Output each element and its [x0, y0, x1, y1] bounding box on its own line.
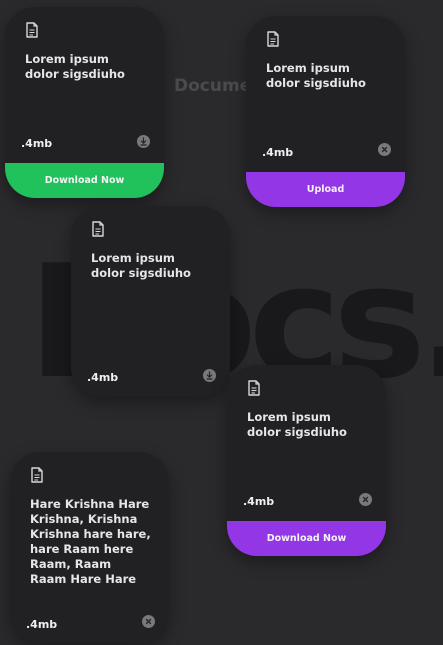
download-now-button[interactable]: Download Now: [5, 163, 164, 198]
file-size: .4mb: [262, 146, 294, 159]
upload-button[interactable]: Upload: [246, 172, 405, 207]
download-icon[interactable]: [137, 135, 150, 148]
download-now-button[interactable]: Download Now: [227, 521, 386, 556]
document-card: Hare Krishna Hare Krishna, Krishna Krish…: [10, 452, 169, 643]
file-size: .4mb: [243, 495, 275, 508]
download-icon[interactable]: [203, 369, 216, 382]
document-card: Lorem ipsum dolor sigsdiuho .4mb Upload: [246, 16, 405, 207]
document-icon: [266, 31, 280, 47]
close-icon[interactable]: [378, 143, 391, 156]
document-icon: [30, 467, 44, 483]
document-description: Hare Krishna Hare Krishna, Krishna Krish…: [30, 497, 151, 586]
close-icon[interactable]: [142, 615, 155, 628]
document-description: Lorem ipsum dolor sigsdiuho: [25, 52, 125, 81]
documents-stage: Docs. Documents Lorem ipsum dolor sigsdi…: [0, 0, 443, 645]
document-description: Lorem ipsum dolor sigsdiuho: [91, 251, 191, 280]
document-card: Lorem ipsum dolor sigsdiuho .4mb Downloa…: [227, 365, 386, 556]
document-description: Lorem ipsum dolor sigsdiuho: [247, 410, 347, 439]
close-icon[interactable]: [359, 493, 372, 506]
document-card: Lorem ipsum dolor sigsdiuho .4mb Downloa…: [5, 7, 164, 198]
file-size: .4mb: [87, 371, 119, 384]
document-description: Lorem ipsum dolor sigsdiuho: [266, 61, 366, 90]
document-icon: [247, 380, 261, 396]
file-size: .4mb: [26, 618, 58, 631]
document-icon: [91, 221, 105, 237]
document-icon: [25, 22, 39, 38]
document-card: Lorem ipsum dolor sigsdiuho .4mb: [71, 206, 230, 397]
file-size: .4mb: [21, 137, 53, 150]
